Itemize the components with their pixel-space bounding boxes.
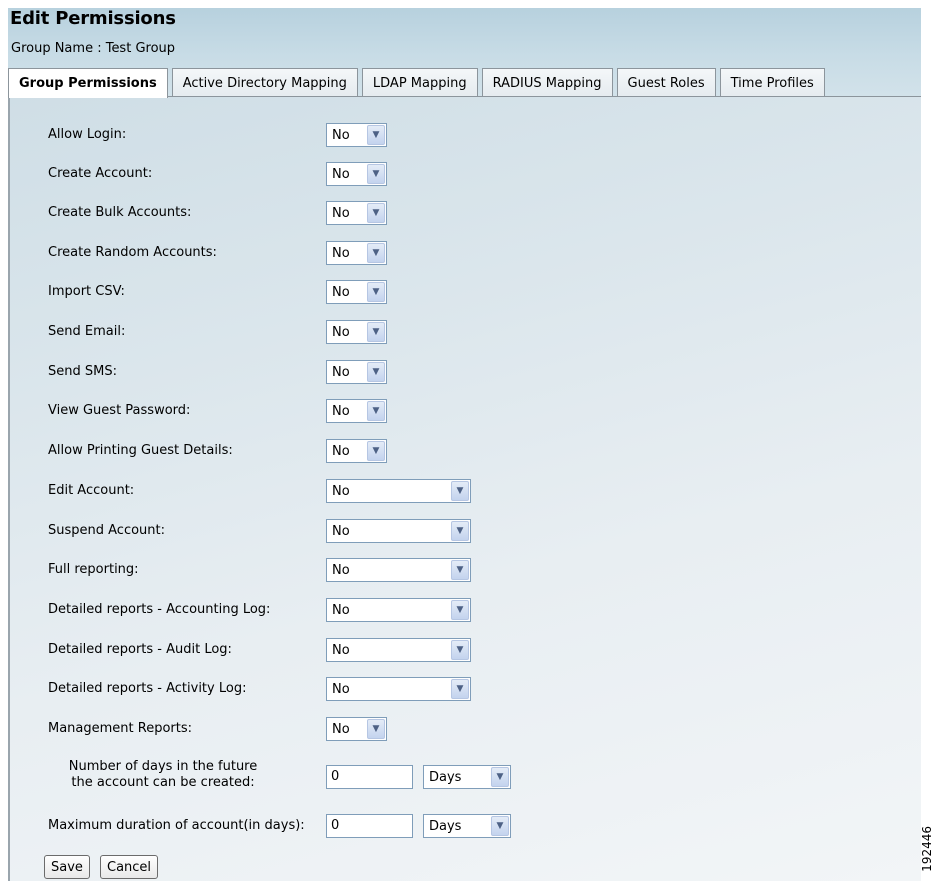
form-actions: Save Cancel	[10, 855, 910, 879]
chevron-down-icon: ▼	[367, 362, 385, 382]
chevron-down-icon: ▼	[367, 125, 385, 145]
tab-guest-roles[interactable]: Guest Roles	[616, 68, 716, 97]
activity-log-select[interactable]: No ▼	[326, 677, 471, 701]
edit-account-label: Edit Account:	[48, 483, 135, 498]
row-edit-account: Edit Account: No ▼	[10, 479, 910, 503]
tab-bar: Group Permissions Active Directory Mappi…	[8, 68, 829, 98]
row-audit-log: Detailed reports - Audit Log: No ▼	[10, 638, 910, 662]
import-csv-select[interactable]: No ▼	[326, 280, 387, 304]
chevron-down-icon: ▼	[367, 243, 385, 263]
edit-account-select[interactable]: No ▼	[326, 479, 471, 503]
send-email-select[interactable]: No ▼	[326, 320, 387, 344]
accounting-log-label: Detailed reports - Accounting Log:	[48, 602, 271, 617]
view-password-label: View Guest Password:	[48, 403, 191, 418]
view-password-select[interactable]: No ▼	[326, 399, 387, 423]
row-full-reporting: Full reporting: No ▼	[10, 558, 910, 582]
create-account-label: Create Account:	[48, 166, 153, 181]
row-view-guest-password: View Guest Password: No ▼	[10, 399, 910, 423]
chevron-down-icon: ▼	[451, 600, 469, 620]
chevron-down-icon: ▼	[367, 401, 385, 421]
chevron-down-icon: ▼	[451, 640, 469, 660]
create-random-label: Create Random Accounts:	[48, 245, 217, 260]
row-management-reports: Management Reports: No ▼	[10, 717, 910, 741]
row-allow-login: Allow Login: No ▼	[10, 123, 910, 147]
future-days-unit-select[interactable]: Days ▼	[423, 765, 511, 789]
row-import-csv: Import CSV: No ▼	[10, 280, 910, 304]
send-sms-select[interactable]: No ▼	[326, 360, 387, 384]
max-duration-input[interactable]: 0	[326, 814, 413, 838]
row-accounting-log: Detailed reports - Accounting Log: No ▼	[10, 598, 910, 622]
row-future-days: Number of days in the future the account…	[10, 759, 910, 790]
allow-login-select[interactable]: No ▼	[326, 123, 387, 147]
create-bulk-select[interactable]: No ▼	[326, 201, 387, 225]
send-sms-label: Send SMS:	[48, 364, 117, 379]
tab-radius-mapping[interactable]: RADIUS Mapping	[481, 68, 613, 97]
row-suspend-account: Suspend Account: No ▼	[10, 519, 910, 543]
import-csv-label: Import CSV:	[48, 284, 125, 299]
group-name-label: Group Name : Test Group	[11, 41, 176, 56]
chevron-down-icon: ▼	[451, 679, 469, 699]
activity-log-label: Detailed reports - Activity Log:	[48, 681, 247, 696]
max-duration-unit-select[interactable]: Days ▼	[423, 814, 511, 838]
tab-group-permissions[interactable]: Group Permissions	[8, 68, 168, 98]
create-account-select[interactable]: No ▼	[326, 162, 387, 186]
audit-log-label: Detailed reports - Audit Log:	[48, 642, 232, 657]
management-reports-select[interactable]: No ▼	[326, 717, 387, 741]
tab-ldap-mapping[interactable]: LDAP Mapping	[361, 68, 478, 97]
suspend-account-select[interactable]: No ▼	[326, 519, 471, 543]
send-email-label: Send Email:	[48, 324, 126, 339]
row-allow-printing: Allow Printing Guest Details: No ▼	[10, 439, 910, 463]
tab-time-profiles[interactable]: Time Profiles	[719, 68, 825, 97]
management-reports-label: Management Reports:	[48, 721, 193, 736]
create-bulk-label: Create Bulk Accounts:	[48, 205, 192, 220]
chevron-down-icon: ▼	[367, 441, 385, 461]
tab-active-directory-mapping[interactable]: Active Directory Mapping	[171, 68, 358, 97]
suspend-account-label: Suspend Account:	[48, 523, 166, 538]
audit-log-select[interactable]: No ▼	[326, 638, 471, 662]
row-send-email: Send Email: No ▼	[10, 320, 910, 344]
chevron-down-icon: ▼	[451, 481, 469, 501]
max-duration-label: Maximum duration of account(in days):	[48, 818, 305, 833]
chevron-down-icon: ▼	[367, 719, 385, 739]
chevron-down-icon: ▼	[491, 767, 509, 787]
chevron-down-icon: ▼	[367, 203, 385, 223]
chevron-down-icon: ▼	[367, 164, 385, 184]
allow-printing-label: Allow Printing Guest Details:	[48, 443, 233, 458]
allow-login-label: Allow Login:	[48, 127, 127, 142]
row-send-sms: Send SMS: No ▼	[10, 360, 910, 384]
full-reporting-select[interactable]: No ▼	[326, 558, 471, 582]
chevron-down-icon: ▼	[367, 282, 385, 302]
allow-printing-select[interactable]: No ▼	[326, 439, 387, 463]
chevron-down-icon: ▼	[451, 521, 469, 541]
save-button[interactable]: Save	[44, 855, 90, 879]
chevron-down-icon: ▼	[367, 322, 385, 342]
row-activity-log: Detailed reports - Activity Log: No ▼	[10, 677, 910, 701]
figure-id: 192446	[920, 826, 934, 872]
future-days-input[interactable]: 0	[326, 765, 413, 789]
row-create-random-accounts: Create Random Accounts: No ▼	[10, 241, 910, 265]
future-days-label: Number of days in the future the account…	[68, 759, 258, 790]
chevron-down-icon: ▼	[451, 560, 469, 580]
accounting-log-select[interactable]: No ▼	[326, 598, 471, 622]
permissions-panel: Allow Login: No ▼ Create Account: No ▼ C…	[8, 97, 921, 881]
page-title: Edit Permissions	[10, 8, 176, 29]
row-max-duration: Maximum duration of account(in days): 0 …	[10, 814, 910, 838]
full-reporting-label: Full reporting:	[48, 562, 139, 577]
row-create-bulk-accounts: Create Bulk Accounts: No ▼	[10, 201, 910, 225]
row-create-account: Create Account: No ▼	[10, 162, 910, 186]
create-random-select[interactable]: No ▼	[326, 241, 387, 265]
cancel-button[interactable]: Cancel	[100, 855, 159, 879]
chevron-down-icon: ▼	[491, 816, 509, 836]
